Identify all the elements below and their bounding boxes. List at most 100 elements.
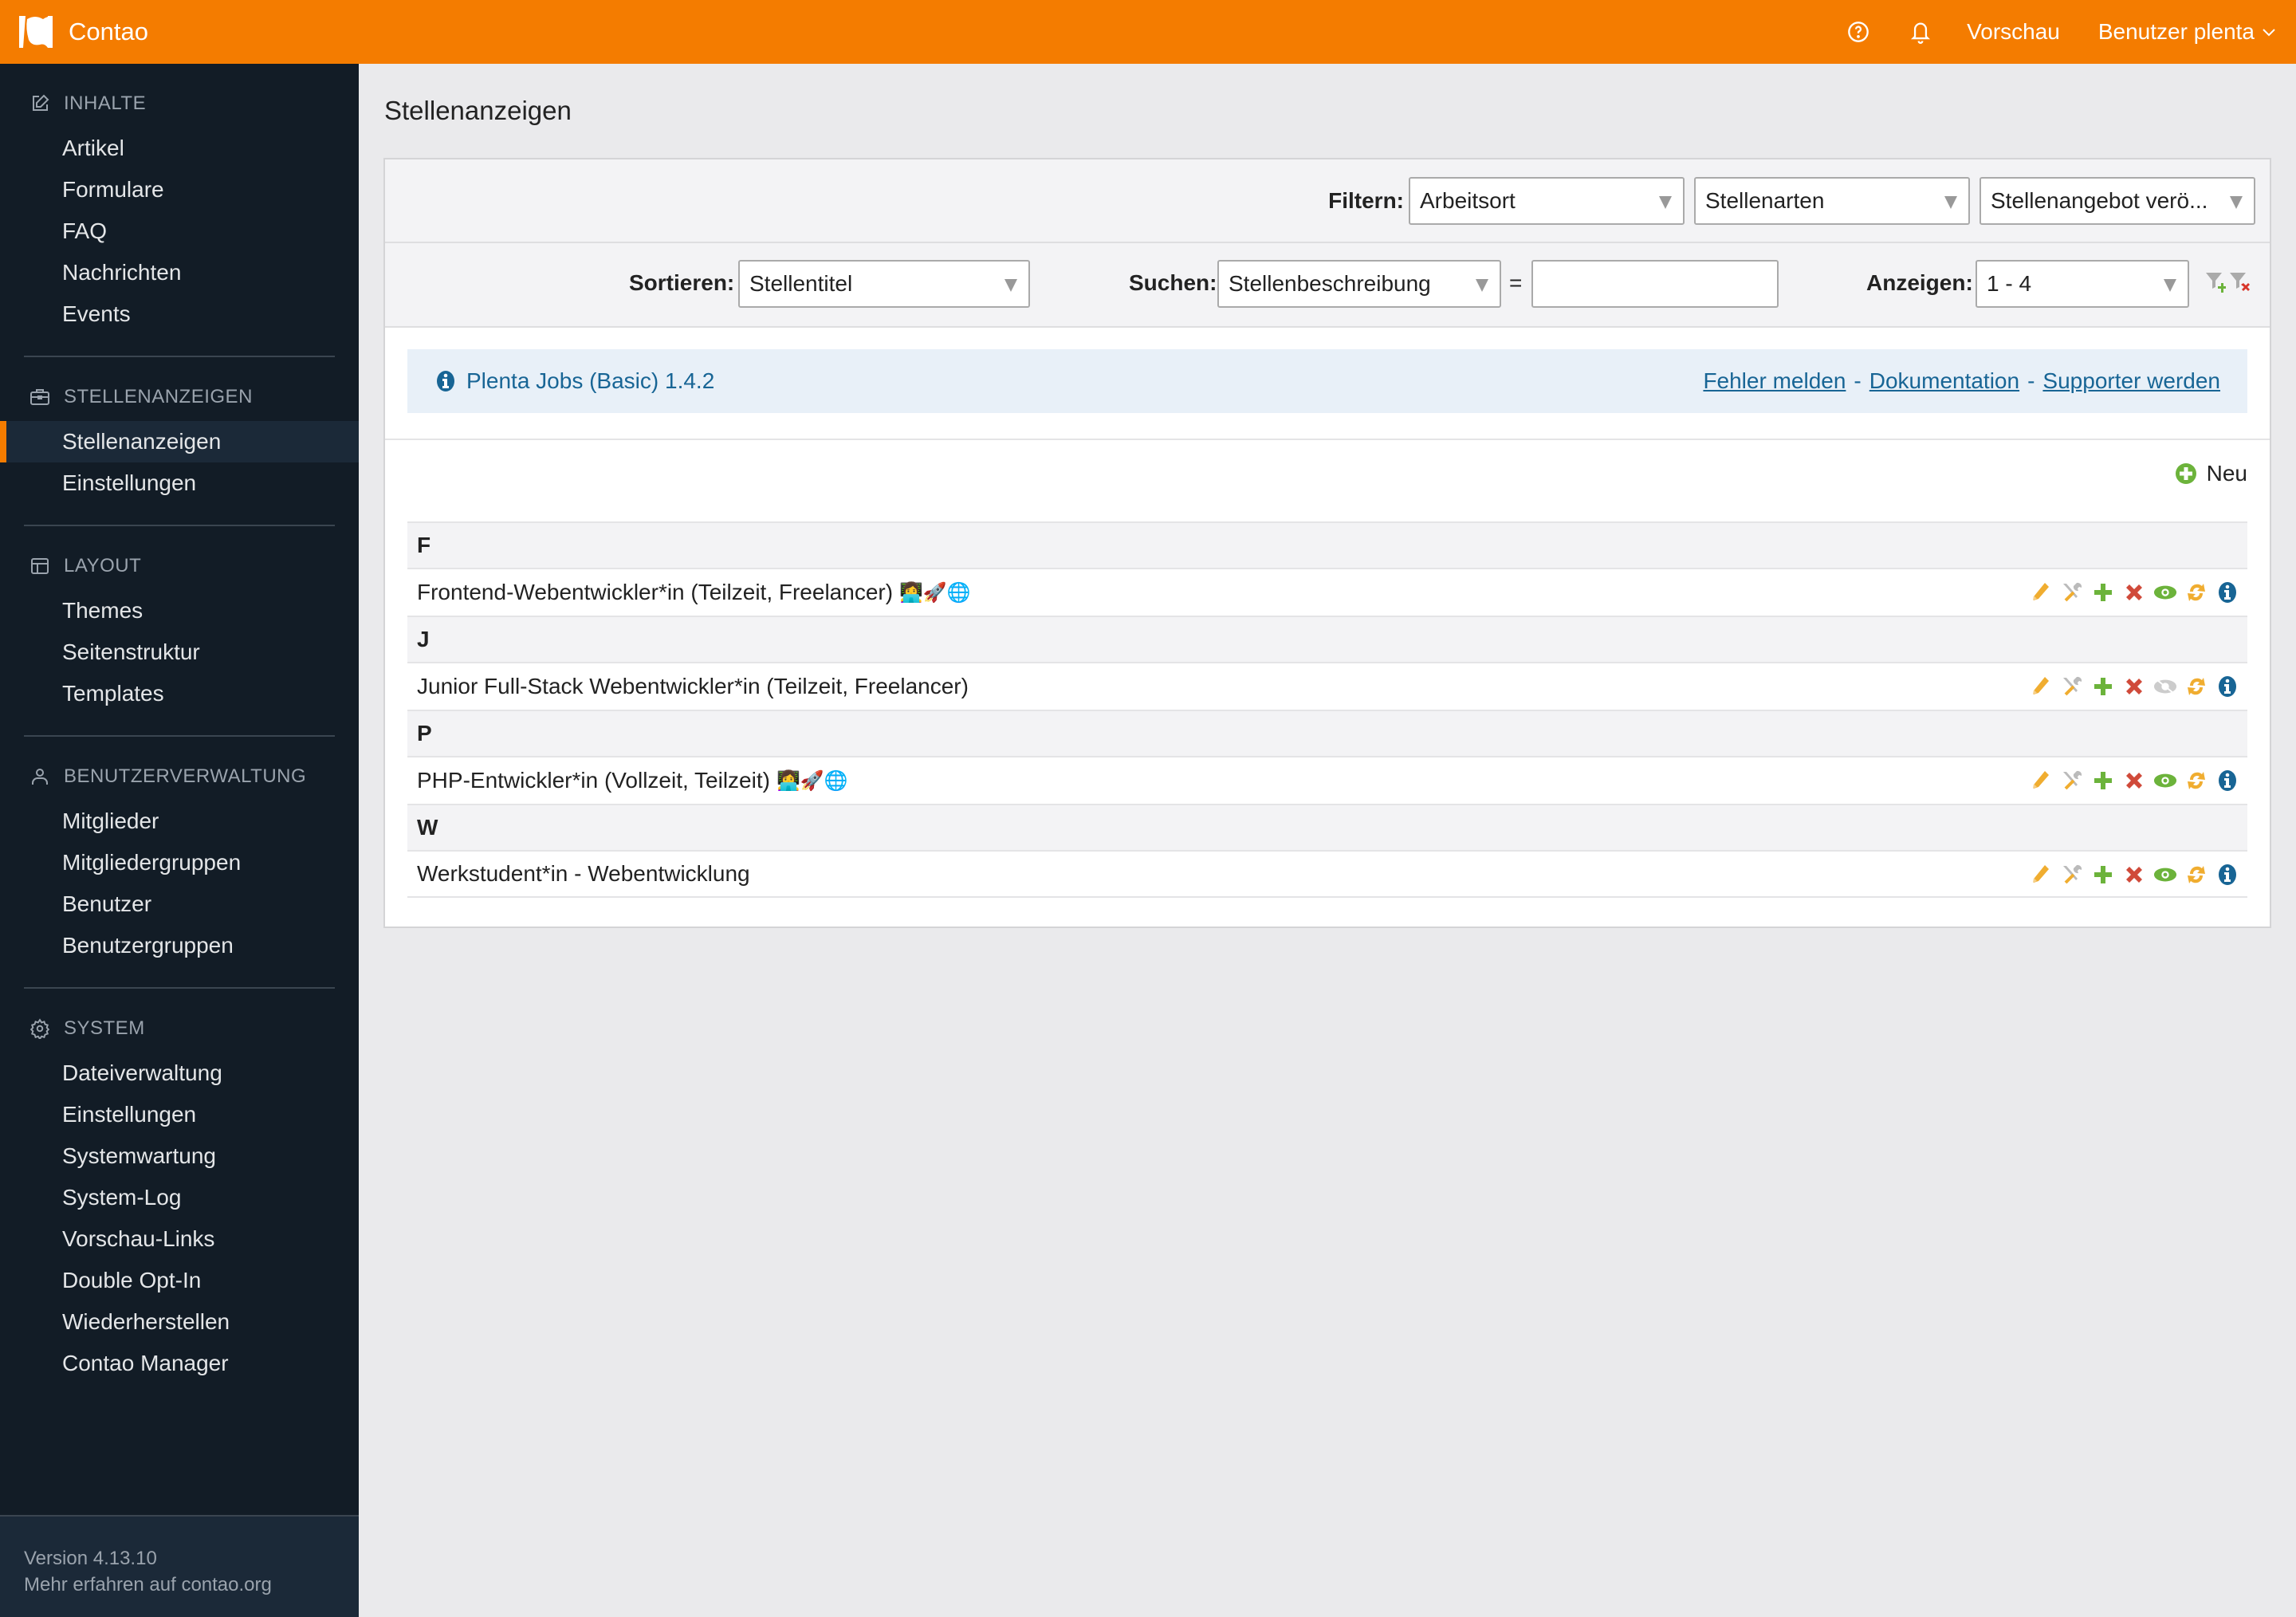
edit-button[interactable] <box>2029 769 2053 793</box>
move-icon <box>2188 584 2205 601</box>
job-title[interactable]: Junior Full-Stack Webentwickler*in (Teil… <box>417 674 969 699</box>
sidebar-item-einstellungen-jobs[interactable]: Einstellungen <box>0 462 359 504</box>
documentation-link[interactable]: Dokumentation <box>1869 368 2019 393</box>
contao-org-link[interactable]: Mehr erfahren auf contao.org <box>24 1574 272 1595</box>
edit-header-button[interactable] <box>2060 675 2084 698</box>
group-header-row: P <box>407 710 2247 756</box>
help-circle-icon <box>1848 22 1869 42</box>
dropdown-arrow-icon <box>1005 279 1017 292</box>
report-bug-link[interactable]: Fehler melden <box>1703 368 1846 393</box>
sidebar-item-templates[interactable]: Templates <box>0 673 359 714</box>
sidebar-item-mitgliedergruppen[interactable]: Mitgliedergruppen <box>0 842 359 883</box>
move-button[interactable] <box>2184 769 2208 793</box>
info-button[interactable] <box>2215 675 2239 698</box>
preview-link[interactable]: Vorschau <box>1967 19 2060 45</box>
info-button[interactable] <box>2215 863 2239 887</box>
contao-logo[interactable]: Contao <box>16 0 148 64</box>
filter-stellenarten-select[interactable]: Stellenarten <box>1694 176 1970 225</box>
sidebar-item-contao-manager[interactable]: Contao Manager <box>0 1343 359 1384</box>
move-button[interactable] <box>2184 675 2208 698</box>
delete-button[interactable] <box>2122 675 2146 698</box>
row-operations <box>2029 675 2239 698</box>
delete-icon <box>2126 867 2142 883</box>
sidebar-item-nachrichten[interactable]: Nachrichten <box>0 252 359 293</box>
edit-button[interactable] <box>2029 580 2053 604</box>
search-field-select[interactable]: Stellenbeschreibung <box>1217 260 1501 308</box>
apply-filter-button[interactable] <box>2205 272 2226 300</box>
job-title[interactable]: PHP-Entwickler*in (Vollzeit, Teilzeit) <box>417 768 770 793</box>
nav-group-toggle-system[interactable]: SYSTEM <box>0 1013 359 1045</box>
edit-header-button[interactable] <box>2060 580 2084 604</box>
sidebar-item-einstellungen[interactable]: Einstellungen <box>0 1094 359 1135</box>
filter-apply-icon <box>2206 273 2226 293</box>
filter-published-select[interactable]: Stellenangebot verö... <box>1980 176 2255 225</box>
sidebar-item-stellenanzeigen[interactable]: Stellenanzeigen <box>0 421 359 462</box>
sidebar-item-events[interactable]: Events <box>0 293 359 335</box>
limit-select[interactable]: 1 - 4 <box>1976 260 2189 308</box>
sidebar-item-systemwartung[interactable]: Systemwartung <box>0 1135 359 1177</box>
sidebar-item-vorschau-links[interactable]: Vorschau-Links <box>0 1218 359 1260</box>
nav-group-toggle-layout[interactable]: LAYOUT <box>0 550 359 582</box>
sidebar-item-mitglieder[interactable]: Mitglieder <box>0 801 359 842</box>
sidebar-item-faq[interactable]: FAQ <box>0 210 359 252</box>
sidebar-item-benutzergruppen[interactable]: Benutzergruppen <box>0 925 359 966</box>
job-emoji: 👩‍💻🚀🌐 <box>776 769 848 792</box>
sidebar-item-system-log[interactable]: System-Log <box>0 1177 359 1218</box>
notifications-button[interactable] <box>1905 16 1936 48</box>
delete-button[interactable] <box>2122 863 2146 887</box>
job-title[interactable]: Frontend-Webentwickler*in (Teilzeit, Fre… <box>417 580 893 605</box>
info-icon <box>2219 770 2236 791</box>
edit-header-button[interactable] <box>2060 769 2084 793</box>
sidebar-item-seitenstruktur[interactable]: Seitenstruktur <box>0 631 359 673</box>
limit-label: Anzeigen: <box>1866 270 1973 295</box>
duplicate-button[interactable] <box>2091 580 2115 604</box>
select-value: Stellenangebot verö... <box>1991 187 2208 213</box>
user-menu[interactable]: Benutzer plenta <box>2098 19 2277 45</box>
row-operations <box>2029 769 2239 793</box>
sidebar-item-artikel[interactable]: Artikel <box>0 128 359 169</box>
delete-button[interactable] <box>2122 580 2146 604</box>
group-header-row: W <box>407 804 2247 850</box>
sidebar-item-double-opt-in[interactable]: Double Opt-In <box>0 1260 359 1301</box>
edit-button[interactable] <box>2029 863 2053 887</box>
move-button[interactable] <box>2184 863 2208 887</box>
gear-icon <box>29 1017 51 1040</box>
edit-icon <box>29 92 51 115</box>
sidebar-item-benutzer[interactable]: Benutzer <box>0 883 359 925</box>
reset-filter-button[interactable] <box>2229 272 2250 300</box>
edit-header-button[interactable] <box>2060 863 2084 887</box>
edit-button[interactable] <box>2029 675 2053 698</box>
group-letter: W <box>417 815 438 840</box>
edit-icon <box>2033 771 2049 789</box>
duplicate-button[interactable] <box>2091 769 2115 793</box>
sidebar-item-wiederherstellen[interactable]: Wiederherstellen <box>0 1301 359 1343</box>
new-button[interactable]: Neu <box>2175 461 2247 486</box>
toggle-visibility-button[interactable] <box>2153 769 2177 793</box>
toggle-visibility-button[interactable] <box>2153 863 2177 887</box>
info-button[interactable] <box>2215 580 2239 604</box>
visible-icon <box>2153 773 2177 788</box>
help-button[interactable] <box>1842 16 1874 48</box>
nav-group-toggle-inhalte[interactable]: INHALTE <box>0 88 359 120</box>
duplicate-button[interactable] <box>2091 863 2115 887</box>
sidebar-item-themes[interactable]: Themes <box>0 590 359 631</box>
add-circle-icon <box>2175 463 2196 484</box>
job-title[interactable]: Werkstudent*in - Webentwicklung <box>417 861 750 887</box>
duplicate-button[interactable] <box>2091 675 2115 698</box>
invisible-icon <box>2153 679 2177 694</box>
page-title: Stellenanzeigen <box>384 96 572 125</box>
delete-button[interactable] <box>2122 769 2146 793</box>
info-button[interactable] <box>2215 769 2239 793</box>
become-supporter-link[interactable]: Supporter werden <box>2042 368 2220 393</box>
select-value: Arbeitsort <box>1420 187 1516 213</box>
sidebar-item-formulare[interactable]: Formulare <box>0 169 359 210</box>
move-button[interactable] <box>2184 580 2208 604</box>
toggle-visibility-button[interactable] <box>2153 580 2177 604</box>
filter-arbeitsort-select[interactable]: Arbeitsort <box>1409 176 1685 225</box>
sort-select[interactable]: Stellentitel <box>738 260 1030 308</box>
toggle-visibility-button[interactable] <box>2153 675 2177 698</box>
nav-group-toggle-stellenanzeigen[interactable]: STELLENANZEIGEN <box>0 381 359 413</box>
sidebar-item-dateiverwaltung[interactable]: Dateiverwaltung <box>0 1052 359 1094</box>
nav-group-toggle-benutzerverwaltung[interactable]: BENUTZERVERWALTUNG <box>0 761 359 793</box>
search-input[interactable] <box>1531 260 1779 308</box>
